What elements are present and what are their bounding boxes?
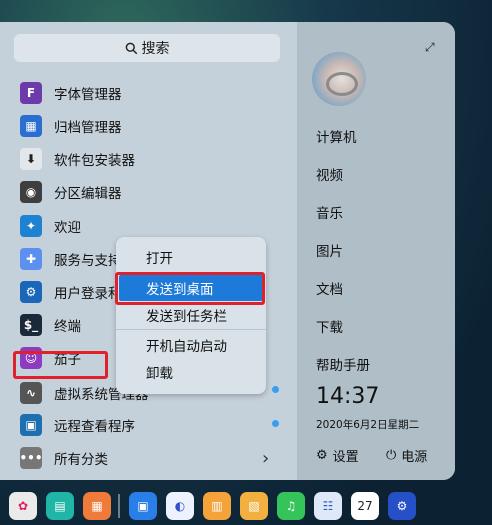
multitask-view-icon[interactable]: ▤ (46, 492, 74, 520)
contacts-icon[interactable]: ☷ (314, 492, 342, 520)
place-link[interactable]: 文档 (316, 278, 343, 298)
context-menu-item[interactable]: 卸载 (116, 359, 266, 385)
music-icon[interactable]: ♫ (277, 492, 305, 520)
clock-time: 14:37 (316, 384, 380, 409)
terminal-icon: $_ (20, 314, 42, 336)
archive-manager-icon: ▦ (20, 115, 42, 137)
app-label: 字体管理器 (54, 87, 122, 103)
app-label: 软件包安装器 (54, 153, 135, 169)
context-menu-item[interactable]: 发送到任务栏 (116, 302, 266, 328)
app-item[interactable]: ••• 所有分类 › (14, 442, 284, 474)
package-installer-icon: ⬇ (20, 148, 42, 170)
annotation-box-virt-manager (13, 351, 108, 379)
new-app-dot (272, 386, 279, 393)
power-label: 电源 (401, 450, 428, 465)
app-item[interactable]: ▣ 远程查看程序 (14, 409, 284, 441)
taskbar-dock: ✿ ▤ ▦ ▣ ◐ ▥ ▧ ♫ ☷ 27 ⚙ (0, 487, 492, 525)
welcome-icon: ✦ (20, 215, 42, 237)
app-label: 用户登录和 (54, 286, 122, 302)
support-icon: ✚ (20, 248, 42, 270)
settings-dock-icon[interactable]: ⚙ (388, 492, 416, 520)
app-item[interactable]: ⬇ 软件包安装器 (14, 143, 284, 175)
font-manager-icon: F (20, 82, 42, 104)
avatar-ring-decoration (326, 72, 358, 96)
place-link[interactable]: 音乐 (316, 202, 343, 222)
calendar-icon[interactable]: 27 (351, 492, 379, 520)
context-menu: 打开 发送到桌面 发送到任务栏 开机自动启动 卸载 (116, 237, 266, 394)
partition-editor-icon: ◉ (20, 181, 42, 203)
menu-separator (116, 329, 266, 330)
gear-icon: ⚙ (316, 448, 328, 463)
app-label: 服务与支持 (54, 253, 122, 269)
power-icon: ⏻ (386, 448, 397, 463)
chevron-right-icon: › (262, 447, 270, 469)
app-store-icon[interactable]: ▣ (129, 492, 157, 520)
search-icon (125, 42, 137, 54)
place-link[interactable]: 计算机 (316, 126, 357, 146)
remote-viewer-icon: ▣ (20, 414, 42, 436)
virt-manager-icon: ∿ (20, 382, 42, 404)
context-menu-item[interactable]: 开机自动启动 (116, 332, 266, 358)
file-manager-icon[interactable]: ▥ (203, 492, 231, 520)
app-label: 欢迎 (54, 220, 81, 236)
app-label: 远程查看程序 (54, 419, 135, 435)
new-app-dot (272, 420, 279, 427)
app-label: 分区编辑器 (54, 186, 122, 202)
user-login-icon: ⚙ (20, 281, 42, 303)
image-viewer-icon[interactable]: ▧ (240, 492, 268, 520)
annotation-box-send-to-desktop (115, 272, 265, 305)
search-box[interactable]: 搜索 (14, 34, 280, 62)
settings-button[interactable]: ⚙ 设置 (316, 446, 359, 465)
app-label: 所有分类 (54, 452, 108, 468)
workspace-icon[interactable]: ▦ (83, 492, 111, 520)
launcher-icon[interactable]: ✿ (9, 492, 37, 520)
place-link[interactable]: 下载 (316, 316, 343, 336)
fullscreen-toggle-icon[interactable]: ⤢ (425, 40, 435, 55)
settings-label: 设置 (332, 450, 359, 465)
app-item[interactable]: ◉ 分区编辑器 (14, 176, 284, 208)
app-label: 归档管理器 (54, 120, 122, 136)
app-item[interactable]: F 字体管理器 (14, 77, 284, 109)
all-categories-icon: ••• (20, 447, 43, 469)
browser-icon[interactable]: ◐ (166, 492, 194, 520)
place-link[interactable]: 帮助手册 (316, 354, 370, 374)
search-label: 搜索 (141, 41, 170, 57)
clock-date: 2020年6月2日星期二 (316, 419, 420, 431)
app-label: 终端 (54, 319, 81, 335)
context-menu-item[interactable]: 打开 (116, 244, 266, 270)
place-link[interactable]: 视频 (316, 164, 343, 184)
app-item[interactable]: ▦ 归档管理器 (14, 110, 284, 142)
dock-divider (118, 494, 120, 518)
place-link[interactable]: 图片 (316, 240, 343, 260)
power-button[interactable]: ⏻ 电源 (386, 446, 427, 465)
